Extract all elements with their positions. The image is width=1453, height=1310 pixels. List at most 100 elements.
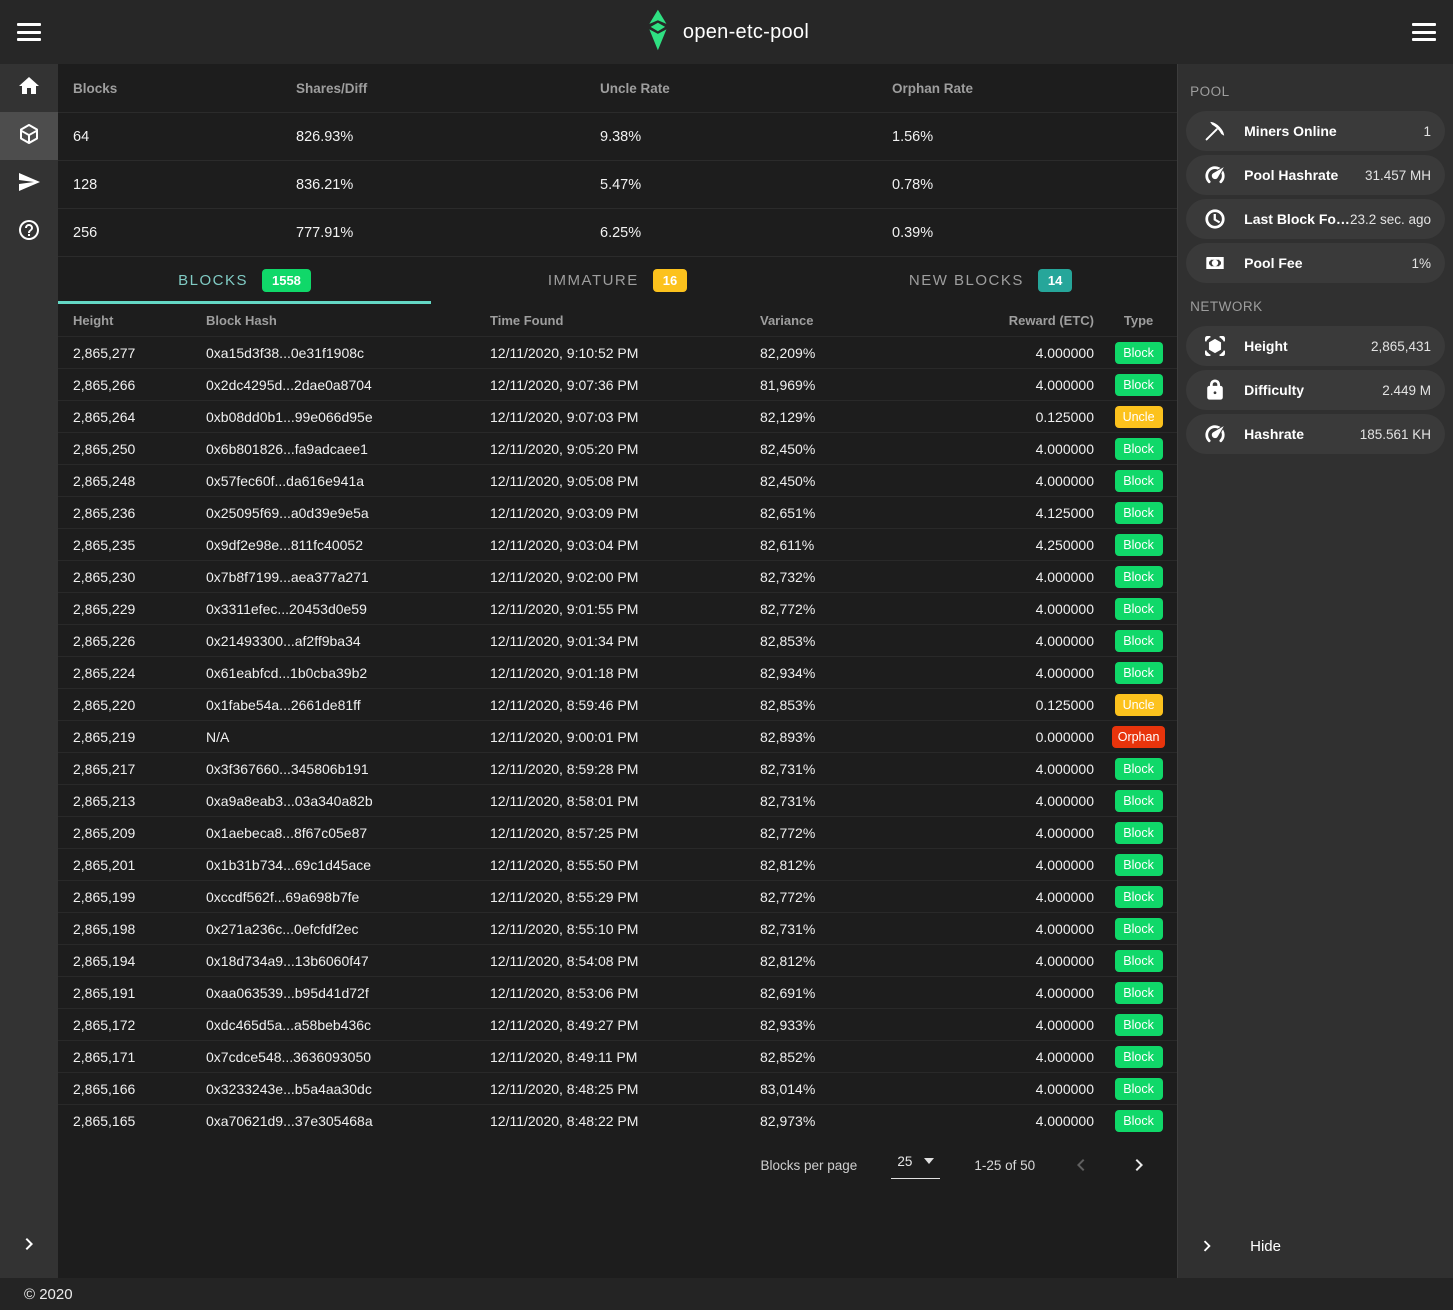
variance-cell: 82,691% xyxy=(760,985,920,1001)
type-cell: Block xyxy=(1100,502,1177,524)
stat-value: 31.457 MH xyxy=(1365,168,1431,183)
expand-sidebar-button[interactable] xyxy=(0,1214,58,1278)
tab-immature[interactable]: IMMATURE 16 xyxy=(431,257,804,304)
block-hash-cell: 0x7cdce548...3636093050 xyxy=(206,1049,490,1065)
menu-icon[interactable] xyxy=(17,23,41,41)
variance-cell: 82,933% xyxy=(760,1017,920,1033)
height-cell: 2,865,220 xyxy=(73,697,206,713)
sidebar-item-help[interactable] xyxy=(0,208,58,256)
type-cell: Block xyxy=(1100,950,1177,972)
stat-value: 2,865,431 xyxy=(1371,339,1431,354)
clock-icon xyxy=(1186,208,1244,230)
type-badge: Block xyxy=(1115,534,1163,556)
type-cell: Block xyxy=(1100,918,1177,940)
left-sidebar xyxy=(0,64,58,1278)
table-row: 2,865,248 0x57fec60f...da616e941a 12/11/… xyxy=(58,464,1177,496)
hide-sidebar-button[interactable]: Hide xyxy=(1178,1214,1453,1278)
type-cell: Uncle xyxy=(1100,406,1177,428)
stats-row: 256 777.91% 6.25% 0.39% xyxy=(58,208,1177,256)
menu-icon-right[interactable] xyxy=(1412,23,1436,41)
type-badge: Block xyxy=(1115,1078,1163,1100)
variance-cell: 83,014% xyxy=(760,1081,920,1097)
tab-blocks[interactable]: BLOCKS 1558 xyxy=(58,257,431,304)
table-row: 2,865,191 0xaa063539...b95d41d72f 12/11/… xyxy=(58,976,1177,1008)
type-badge: Block xyxy=(1115,630,1163,652)
type-badge: Block xyxy=(1115,886,1163,908)
block-hash-cell: 0xa70621d9...37e305468a xyxy=(206,1113,490,1129)
block-hash-cell: 0x1aebeca8...8f67c05e87 xyxy=(206,825,490,841)
type-badge: Orphan xyxy=(1112,726,1166,748)
stat-label: Difficulty xyxy=(1244,382,1304,398)
block-hash-cell: 0xdc465d5a...a58beb436c xyxy=(206,1017,490,1033)
stats-uncle: 9.38% xyxy=(600,129,892,145)
tab-new-blocks-label: NEW BLOCKS xyxy=(909,272,1024,289)
block-hash-cell: 0x3233243e...b5a4aa30dc xyxy=(206,1081,490,1097)
cube-icon xyxy=(17,122,41,151)
height-cell: 2,865,264 xyxy=(73,409,206,425)
type-cell: Block xyxy=(1100,566,1177,588)
col-header-type: Type xyxy=(1100,313,1177,328)
blocks-per-page-select[interactable]: 25 xyxy=(891,1152,940,1179)
type-badge: Block xyxy=(1115,374,1163,396)
type-cell: Block xyxy=(1100,438,1177,460)
pool-fee-stat: Pool Fee 1% xyxy=(1186,243,1445,283)
col-header-height: Height xyxy=(73,313,206,328)
type-cell: Block xyxy=(1100,534,1177,556)
network-hashrate-stat: Hashrate 185.561 KH xyxy=(1186,414,1445,454)
variance-cell: 82,893% xyxy=(760,729,920,745)
table-row: 2,865,217 0x3f367660...345806b191 12/11/… xyxy=(58,752,1177,784)
height-cell: 2,865,217 xyxy=(73,761,206,777)
block-hash-cell: 0x61eabfcd...1b0cba39b2 xyxy=(206,665,490,681)
sidebar-item-payments[interactable] xyxy=(0,160,58,208)
prev-page-button[interactable] xyxy=(1069,1153,1093,1177)
reward-cell: 4.000000 xyxy=(920,633,1100,649)
variance-cell: 82,651% xyxy=(760,505,920,521)
table-row: 2,865,199 0xccdf562f...69a698b7fe 12/11/… xyxy=(58,880,1177,912)
variance-cell: 82,731% xyxy=(760,793,920,809)
chevron-right-icon xyxy=(1196,1235,1218,1257)
stats-header-shares: Shares/Diff xyxy=(296,81,600,96)
type-cell: Block xyxy=(1100,630,1177,652)
stat-label: Pool Hashrate xyxy=(1244,167,1338,183)
app-title: open-etc-pool xyxy=(683,21,809,44)
reward-cell: 4.000000 xyxy=(920,857,1100,873)
type-cell: Block xyxy=(1100,470,1177,492)
table-row: 2,865,198 0x271a236c...0efcfdf2ec 12/11/… xyxy=(58,912,1177,944)
help-icon xyxy=(17,218,41,247)
sidebar-item-home[interactable] xyxy=(0,64,58,112)
time-found-cell: 12/11/2020, 9:01:34 PM xyxy=(490,633,760,649)
cube-scan-icon xyxy=(1186,335,1244,357)
sidebar-item-blocks[interactable] xyxy=(0,112,58,160)
next-page-button[interactable] xyxy=(1127,1153,1151,1177)
reward-cell: 4.000000 xyxy=(920,665,1100,681)
table-row: 2,865,171 0x7cdce548...3636093050 12/11/… xyxy=(58,1040,1177,1072)
reward-cell: 4.000000 xyxy=(920,569,1100,585)
stats-blocks: 256 xyxy=(73,225,296,241)
time-found-cell: 12/11/2020, 9:00:01 PM xyxy=(490,729,760,745)
tab-new-blocks-count-badge: 14 xyxy=(1038,269,1072,292)
block-hash-cell: 0x25095f69...a0d39e9e5a xyxy=(206,505,490,521)
pagination-bar: Blocks per page 25 1-25 of 50 xyxy=(58,1136,1177,1194)
type-badge: Uncle xyxy=(1115,694,1163,716)
stats-orphan: 0.39% xyxy=(892,225,1177,241)
height-cell: 2,865,229 xyxy=(73,601,206,617)
table-row: 2,865,277 0xa15d3f38...0e31f1908c 12/11/… xyxy=(58,336,1177,368)
height-cell: 2,865,172 xyxy=(73,1017,206,1033)
variance-cell: 82,731% xyxy=(760,761,920,777)
time-found-cell: 12/11/2020, 9:02:00 PM xyxy=(490,569,760,585)
type-cell: Block xyxy=(1100,598,1177,620)
reward-cell: 4.000000 xyxy=(920,793,1100,809)
type-badge: Block xyxy=(1115,470,1163,492)
tab-new-blocks[interactable]: NEW BLOCKS 14 xyxy=(804,257,1177,304)
type-badge: Block xyxy=(1115,566,1163,588)
stat-value: 1 xyxy=(1423,124,1431,139)
hide-label: Hide xyxy=(1250,1238,1281,1255)
home-icon xyxy=(17,74,41,103)
send-icon xyxy=(17,170,41,199)
block-hash-cell: 0x1fabe54a...2661de81ff xyxy=(206,697,490,713)
network-section-title: NETWORK xyxy=(1178,285,1453,324)
stats-header-blocks: Blocks xyxy=(73,81,296,96)
chevron-right-icon xyxy=(17,1232,41,1261)
table-row: 2,865,229 0x3311efec...20453d0e59 12/11/… xyxy=(58,592,1177,624)
type-cell: Uncle xyxy=(1100,694,1177,716)
